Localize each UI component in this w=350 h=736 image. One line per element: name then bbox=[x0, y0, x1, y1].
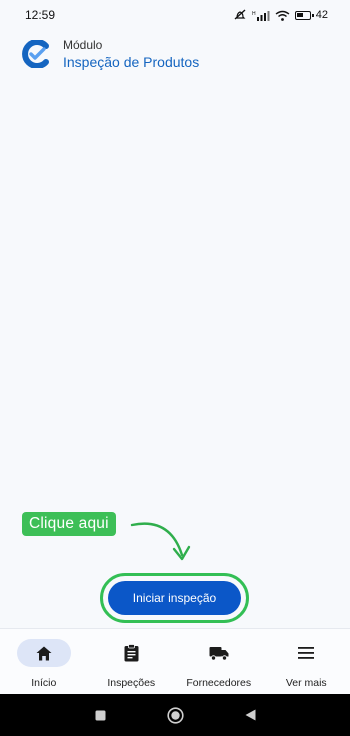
battery-icon bbox=[294, 10, 314, 20]
clipboard-icon bbox=[124, 644, 139, 662]
callout-arrow-icon bbox=[130, 522, 191, 561]
system-nav-bar bbox=[0, 694, 350, 736]
status-bar: 12:59 H 42 bbox=[0, 0, 350, 30]
square-icon bbox=[95, 710, 105, 720]
battery-percent: 42 bbox=[315, 9, 328, 21]
app-logo-icon bbox=[22, 40, 49, 68]
svg-text:H: H bbox=[252, 11, 256, 17]
notification-muted-icon bbox=[234, 9, 246, 20]
back-triangle-icon bbox=[245, 709, 255, 721]
truck-icon bbox=[209, 646, 229, 661]
nav-label-inicio: Início bbox=[31, 677, 57, 689]
nav-item-ver-mais[interactable]: Ver mais bbox=[263, 629, 350, 694]
bottom-nav: Início Inspeções Fornecedores Ver mais bbox=[0, 628, 350, 694]
status-icons: H 42 bbox=[233, 9, 328, 21]
home-system-button[interactable] bbox=[165, 705, 185, 725]
menu-icon bbox=[298, 647, 315, 659]
nav-item-inspecoes[interactable]: Inspeções bbox=[88, 629, 176, 694]
circle-icon bbox=[166, 706, 184, 724]
back-button[interactable] bbox=[240, 705, 260, 725]
signal-icon: H bbox=[252, 10, 270, 21]
nav-label-ver-mais: Ver mais bbox=[285, 677, 327, 689]
home-icon bbox=[36, 646, 52, 660]
module-name: Inspeção de Produtos bbox=[63, 54, 200, 70]
recents-button[interactable] bbox=[90, 705, 110, 725]
nav-item-inicio[interactable]: Início bbox=[0, 629, 88, 694]
module-label: Módulo bbox=[63, 38, 103, 52]
status-time: 12:59 bbox=[25, 8, 56, 22]
nav-item-fornecedores[interactable]: Fornecedores bbox=[175, 629, 263, 694]
callout-badge: Clique aqui bbox=[22, 512, 116, 536]
nav-label-fornecedores: Fornecedores bbox=[186, 677, 252, 689]
nav-label-inspecoes: Inspeções bbox=[107, 677, 156, 689]
module-header: Módulo Inspeção de Produtos bbox=[22, 38, 199, 72]
start-inspection-button[interactable]: Iniciar inspeção bbox=[108, 581, 241, 615]
wifi-icon bbox=[275, 10, 290, 21]
